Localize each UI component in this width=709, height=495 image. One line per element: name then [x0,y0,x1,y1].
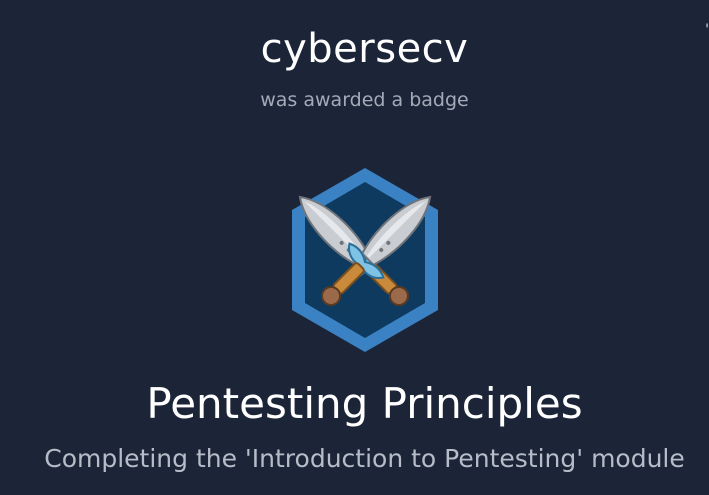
awarded-text: was awarded a badge [260,89,469,111]
edge-mark: ' [705,22,709,38]
username: cybersecv [260,26,469,72]
badge-image [292,168,438,352]
badge-description: Completing the 'Introduction to Pentesti… [44,444,685,473]
badge-title: Pentesting Principles [146,379,583,428]
